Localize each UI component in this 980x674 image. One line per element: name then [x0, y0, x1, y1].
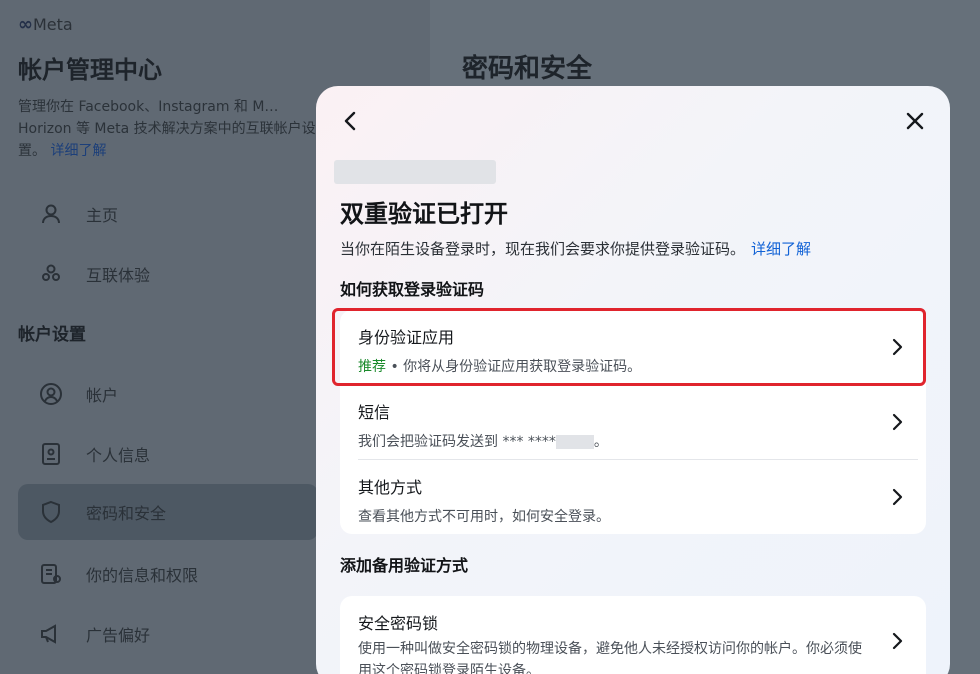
megaphone-icon	[38, 621, 64, 647]
sidebar-item-label: 互联体验	[86, 266, 151, 285]
person-icon	[38, 201, 64, 227]
sidebar-item-label: 密码和安全	[86, 504, 167, 523]
chevron-left-icon	[344, 111, 356, 131]
account-center-description: 管理你在 Facebook、Instagram 和 M… Horizon 等 M…	[18, 99, 316, 159]
info-permission-icon	[38, 561, 64, 587]
option-subtitle: 查看其他方式不可用时，如何安全登录。	[358, 509, 610, 525]
sidebar-item-label: 主页	[86, 206, 119, 225]
sidebar-item-label: 广告偏好	[86, 626, 151, 645]
learn-more-link[interactable]: 详细了解	[50, 143, 106, 159]
sidebar-item-connected-experiences[interactable]: 互联体验	[18, 246, 318, 302]
option-sms[interactable]: 短信 我们会把验证码发送到 *** ****。	[340, 385, 926, 459]
option-security-key[interactable]: 安全密码锁 使用一种叫做安全密码锁的物理设备，避免他人未经授权访问你的帐户。你必…	[340, 596, 926, 674]
option-title: 安全密码锁	[358, 614, 439, 633]
option-subtitle: 我们会把验证码发送到 *** ****。	[358, 434, 608, 450]
chevron-right-icon	[892, 632, 903, 650]
meta-infinity-icon: ∞	[18, 14, 33, 35]
redacted-account-name	[334, 160, 496, 184]
sidebar-item-password-security[interactable]: 密码和安全	[18, 484, 318, 540]
close-icon	[906, 112, 924, 130]
option-other-methods[interactable]: 其他方式 查看其他方式不可用时，如何安全登录。	[340, 460, 926, 534]
highlight-box	[332, 308, 926, 386]
add-backup-heading: 添加备用验证方式	[340, 556, 469, 575]
account-center-title: 帐户管理中心	[18, 56, 162, 84]
option-title: 短信	[358, 403, 391, 422]
chevron-right-icon	[892, 413, 903, 431]
settings-heading: 帐户设置	[18, 325, 86, 345]
how-to-get-code-heading: 如何获取登录验证码	[340, 280, 485, 299]
modal-title: 双重验证已打开	[340, 200, 508, 228]
chevron-right-icon	[892, 488, 903, 506]
sidebar-item-label: 你的信息和权限	[86, 566, 199, 585]
redacted-phone	[555, 435, 594, 449]
sidebar-item-label: 个人信息	[86, 446, 151, 465]
sidebar-item-personal-info[interactable]: 个人信息	[18, 426, 318, 482]
sidebar-item-account[interactable]: 帐户	[18, 366, 318, 422]
learn-more-link[interactable]: 详细了解	[751, 240, 811, 258]
account-circle-icon	[38, 381, 64, 407]
people-icon	[38, 261, 64, 287]
close-button[interactable]	[900, 106, 930, 136]
meta-logo: ∞ Meta	[18, 14, 73, 35]
modal-description: 当你在陌生设备登录时，现在我们会要求你提供登录验证码。 详细了解	[340, 240, 812, 258]
backup-methods-card: 安全密码锁 使用一种叫做安全密码锁的物理设备，避免他人未经授权访问你的帐户。你必…	[340, 596, 926, 674]
sidebar-item-home[interactable]: 主页	[18, 186, 318, 242]
shield-icon	[38, 499, 64, 525]
option-title: 其他方式	[358, 478, 423, 497]
option-subtitle: 使用一种叫做安全密码锁的物理设备，避免他人未经授权访问你的帐户。你必须使用这个密…	[358, 641, 862, 674]
back-button[interactable]	[336, 106, 366, 136]
sidebar-item-info-permissions[interactable]: 你的信息和权限	[18, 546, 318, 602]
sidebar-item-label: 帐户	[86, 386, 119, 405]
sidebar-item-ad-preferences[interactable]: 广告偏好	[18, 606, 318, 662]
page-title: 密码和安全	[462, 54, 593, 84]
id-card-icon	[38, 441, 64, 467]
